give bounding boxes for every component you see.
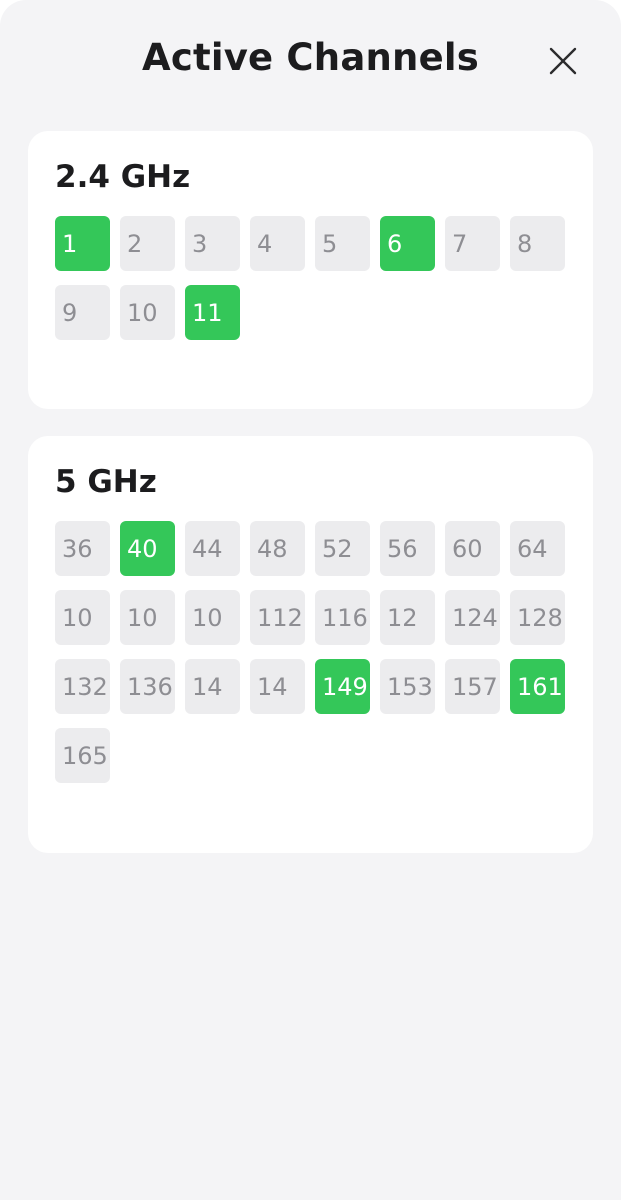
close-icon [549,47,577,75]
close-button[interactable] [544,42,582,80]
channel-chip-active[interactable]: 40 [120,521,175,576]
channel-chip[interactable]: 36 [55,521,110,576]
channel-chip-active[interactable]: 1 [55,216,110,271]
channel-chip[interactable]: 128 [510,590,565,645]
channel-chip[interactable]: 60 [445,521,500,576]
channel-chip[interactable]: 10 [120,590,175,645]
channel-chip[interactable]: 44 [185,521,240,576]
channel-chip[interactable]: 10 [185,590,240,645]
channel-chip[interactable]: 7 [445,216,500,271]
sheet-header: Active Channels [0,0,621,120]
channel-chip[interactable]: 52 [315,521,370,576]
channel-chip[interactable]: 10 [55,590,110,645]
band-title: 5 GHz [55,464,157,500]
channel-chip[interactable]: 9 [55,285,110,340]
band-card-5ghz: 5 GHz 36 40 44 48 52 56 60 64 10 10 10 112 116 12 124 1… [28,436,593,853]
channel-chip[interactable]: 3 [185,216,240,271]
channel-chip[interactable]: 2 [120,216,175,271]
band-card-2-4ghz: 2.4 GHz 1 2 3 4 5 6 7 8 9 10 11 [28,131,593,409]
channel-chip[interactable]: 8 [510,216,565,271]
active-channels-sheet: Active Channels 2.4 GHz 1 2 3 4 5 6 7 8 9 10 11 5 … [0,0,621,1200]
channel-chip[interactable]: 4 [250,216,305,271]
channel-chip[interactable]: 153 [380,659,435,714]
channel-chip[interactable]: 157 [445,659,500,714]
channel-chip[interactable]: 165 [55,728,110,783]
channel-chip[interactable]: 124 [445,590,500,645]
channel-chip[interactable]: 136 [120,659,175,714]
channel-chip-active[interactable]: 11 [185,285,240,340]
channel-chip[interactable]: 132 [55,659,110,714]
channel-chip[interactable]: 5 [315,216,370,271]
channel-chip-active[interactable]: 161 [510,659,565,714]
channel-grid: 1 2 3 4 5 6 7 8 9 10 11 [55,216,565,340]
channel-chip-active[interactable]: 149 [315,659,370,714]
channel-chip[interactable]: 14 [250,659,305,714]
band-title: 2.4 GHz [55,159,191,195]
channel-grid: 36 40 44 48 52 56 60 64 10 10 10 112 116 12 124 128 132 1… [55,521,565,783]
channel-chip[interactable]: 116 [315,590,370,645]
channel-chip[interactable]: 14 [185,659,240,714]
page-title: Active Channels [142,36,479,79]
channel-chip[interactable]: 12 [380,590,435,645]
channel-chip[interactable]: 64 [510,521,565,576]
channel-chip[interactable]: 10 [120,285,175,340]
channel-chip[interactable]: 56 [380,521,435,576]
channel-chip[interactable]: 112 [250,590,305,645]
channel-chip[interactable]: 48 [250,521,305,576]
channel-chip-active[interactable]: 6 [380,216,435,271]
